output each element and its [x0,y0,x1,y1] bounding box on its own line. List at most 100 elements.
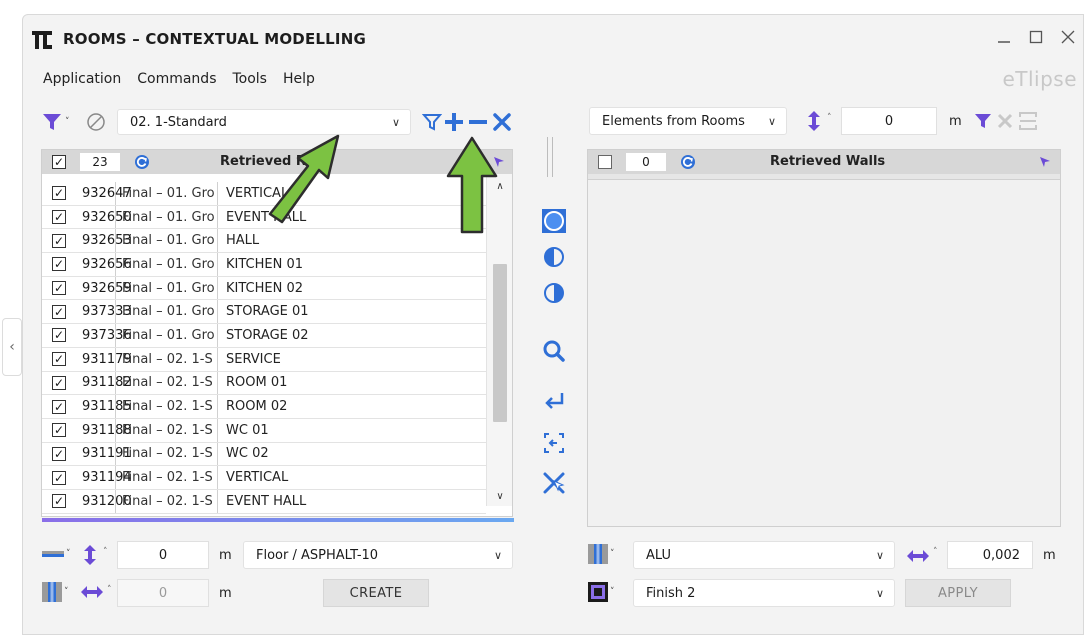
refresh-icon[interactable] [134,154,150,170]
row-checkbox[interactable]: ✓ [52,186,66,201]
finish-style-dropdown[interactable]: ˅ [587,579,621,605]
table-row[interactable]: ✓ 931188 Final – 02. 1-S WC 01 [42,418,486,443]
table-row[interactable]: ✓ 931200 Final – 02. 1-S EVENT HALL [42,489,486,514]
source-combo[interactable]: Elements from Rooms ∨ [589,107,787,135]
right-offset-input[interactable]: 0 [841,107,937,135]
row-level: Final – 02. 1-S [116,489,218,513]
pick-from-view-button[interactable] [540,429,568,457]
row-checkbox[interactable]: ✓ [52,328,66,343]
row-checkbox[interactable]: ✓ [52,210,66,225]
material-combo[interactable]: ALU ∨ [633,541,895,569]
add-icon[interactable] [443,111,465,133]
chevron-down-icon: ∨ [767,114,777,128]
annotation-arrow-icon [446,136,498,234]
apply-button[interactable]: APPLY [905,579,1011,607]
vertical-offset-icon [84,545,96,565]
pick-cursor-icon[interactable] [1038,155,1052,169]
half-circle-left-icon [544,247,564,267]
menu-help[interactable]: Help [283,71,315,87]
row-id: 932656 [76,253,132,276]
row-name: WC 01 [226,422,269,438]
transfer-button[interactable] [540,387,568,415]
chevron-up-icon[interactable]: ˄ [933,547,938,557]
row-checkbox[interactable]: ✓ [52,304,66,319]
table-row[interactable]: ✓ 932659 Final – 01. Gro KITCHEN 02 [42,276,486,301]
apply-filter-icon[interactable] [422,112,442,132]
row-checkbox[interactable]: ✓ [52,352,66,367]
menu-commands[interactable]: Commands [137,71,216,87]
close-button[interactable] [1057,25,1079,49]
thickness-input[interactable]: 0,002 [947,541,1033,569]
chevron-up-icon[interactable]: ˄ [107,585,112,595]
select-all-walls-checkbox[interactable] [598,155,612,169]
source-combo-value: Elements from Rooms [602,113,745,129]
remove-icon[interactable] [467,111,489,133]
menu-application[interactable]: Application [43,71,121,87]
clear-all-icon[interactable] [491,111,513,133]
select-all-checkbox[interactable]: ✓ [52,155,66,169]
row-checkbox[interactable]: ✓ [52,399,66,414]
row-checkbox[interactable]: ✓ [52,470,66,485]
minimize-button[interactable] [993,25,1015,49]
wall-layer-dropdown[interactable]: ˅ [41,579,75,605]
menu-tools[interactable]: Tools [232,71,267,87]
wall-width-input[interactable]: 0 [117,579,209,607]
chevron-up-icon[interactable]: ˄ [103,547,108,557]
table-row[interactable]: ✓ 931185 Final – 02. 1-S ROOM 02 [42,395,486,419]
row-level: Final – 02. 1-S [116,347,218,371]
row-checkbox[interactable]: ✓ [52,257,66,272]
deselect-button[interactable] [540,469,568,497]
clear-filter-icon[interactable] [85,111,107,133]
filter-icon[interactable] [973,111,993,131]
table-row[interactable]: ✓ 931191 Final – 02. 1-S WC 02 [42,442,486,467]
row-level: Final – 02. 1-S [116,371,218,395]
inner-side-button[interactable] [540,243,568,271]
table-row[interactable]: ✓ 932656 Final – 01. Gro KITCHEN 01 [42,253,486,277]
scroll-thumb[interactable] [493,264,507,422]
filter-combo-value: 02. 1-Standard [130,114,227,130]
menu-bar: Application Commands Tools Help [43,71,315,87]
table-row[interactable]: ✓ 931179 Final – 02. 1-S SERVICE [42,347,486,372]
row-id: 931179 [76,347,132,371]
cursor-cross-icon [543,472,565,494]
filter-dropdown[interactable]: ˅ [41,109,75,135]
collapse-panel-handle[interactable]: ‹ [2,318,22,376]
row-level: Final – 01. Gro [116,300,218,324]
refresh-icon[interactable] [680,154,696,170]
expand-icon[interactable] [1017,110,1039,132]
title-bar: ROOMS – CONTEXTUAL MODELLING [23,15,1083,63]
clear-icon[interactable] [995,111,1015,131]
horizontal-width-icon [81,586,103,598]
row-id: 932650 [76,205,132,229]
table-row[interactable]: ✓ 937336 Final – 01. Gro STORAGE 02 [42,324,486,348]
row-checkbox[interactable]: ✓ [52,423,66,438]
row-checkbox[interactable]: ✓ [52,446,66,461]
floor-style-dropdown[interactable]: ˅ [41,541,75,567]
row-checkbox[interactable]: ✓ [52,494,66,509]
maximize-button[interactable] [1025,25,1047,49]
finish-combo[interactable]: Finish 2 ∨ [633,579,895,607]
row-level: Final – 02. 1-S [116,395,218,418]
table-row[interactable]: ✓ 931182 Final – 02. 1-S ROOM 01 [42,371,486,396]
table-row[interactable]: ✓ 931194 Final – 02. 1-S VERTICAL [42,466,486,490]
chevron-up-icon[interactable]: ˄ [827,113,832,123]
row-checkbox[interactable]: ✓ [52,281,66,296]
material-style-dropdown[interactable]: ˅ [587,541,621,567]
row-checkbox[interactable]: ✓ [52,233,66,248]
chevron-down-icon: ˅ [610,587,615,597]
outer-side-button[interactable] [540,279,568,307]
rooms-count: 23 [80,153,120,171]
enter-arrow-icon [545,393,564,409]
table-row[interactable]: ✓ 937333 Final – 01. Gro STORAGE 01 [42,300,486,325]
row-checkbox[interactable]: ✓ [52,375,66,390]
floor-offset-input[interactable]: 0 [117,541,209,569]
select-all-rooms-button[interactable] [540,207,568,235]
floor-slab-icon [42,551,64,557]
zoom-button[interactable] [540,337,568,365]
floor-type-combo[interactable]: Floor / ASPHALT-10 ∨ [243,541,513,569]
chevron-down-icon: ˅ [64,587,69,597]
main-window: ROOMS – CONTEXTUAL MODELLING eTlipse App… [22,14,1084,635]
scroll-down-icon[interactable]: ∨ [491,488,509,504]
create-button[interactable]: CREATE [323,579,429,607]
table-row[interactable]: ✓ 932653 Final – 01. Gro HALL [42,229,486,254]
